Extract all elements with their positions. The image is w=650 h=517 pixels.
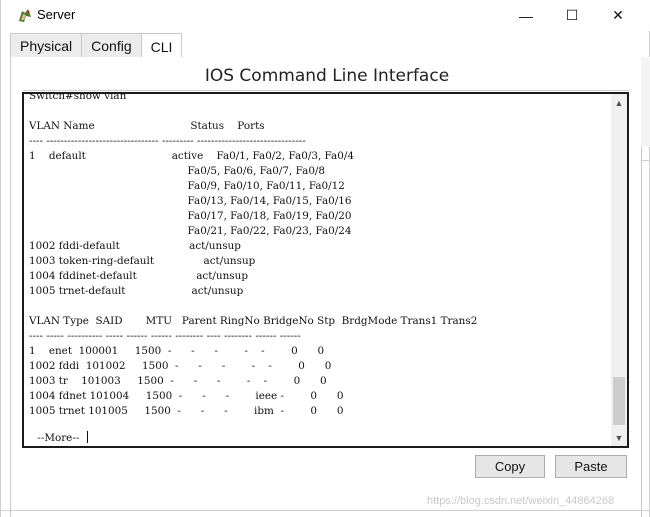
scroll-down-arrow-icon[interactable]: ▼ (611, 429, 627, 446)
heading-divider (23, 90, 629, 91)
terminal-line: 1004 fdnet 101004 1500 - - - ieee - 0 0 (29, 390, 344, 402)
text-cursor (86, 431, 88, 443)
terminal-line: VLAN Type SAID MTU Parent RingNo BridgeN… (29, 315, 478, 327)
terminal-line: 1004 fddinet-default act/unsup (29, 270, 248, 282)
terminal-line: VLAN Name Status Ports (29, 120, 265, 132)
terminal-line: 1 default active Fa0/1, Fa0/2, Fa0/3, Fa… (29, 150, 354, 162)
terminal-line: Fa0/9, Fa0/10, Fa0/11, Fa0/12 (29, 180, 345, 192)
panel-heading: IOS Command Line Interface (204, 66, 450, 86)
terminal-line: 1005 trnet-default act/unsup (29, 285, 244, 297)
window-edge-line (641, 160, 650, 161)
scroll-thumb[interactable] (613, 377, 625, 425)
terminal-line: 1002 fddi 101002 1500 - - - - - 0 0 (29, 360, 332, 372)
title-bar[interactable]: Server — ☐ ✕ (1, 0, 650, 31)
terminal-line: 1005 trnet 101005 1500 - - - ibm - 0 0 (29, 405, 344, 417)
cli-terminal[interactable]: Switch#show vlan VLAN Name Status Ports --… (22, 92, 629, 448)
terminal-line: Fa0/21, Fa0/22, Fa0/23, Fa0/24 (29, 225, 352, 237)
terminal-line: 1002 fddi-default act/unsup (29, 240, 241, 252)
tab-config[interactable]: Config (81, 33, 142, 58)
terminal-line: 1 enet 100001 1500 - - - - - 0 0 (29, 345, 325, 357)
maximize-button[interactable]: ☐ (549, 0, 595, 31)
packet-tracer-icon (16, 7, 34, 25)
close-icon: ✕ (612, 7, 624, 23)
terminal-line: 1003 token-ring-default act/unsup (29, 255, 256, 267)
terminal-line: ---- -------------------------------- --… (29, 135, 306, 147)
more-prompt-text: --More-- (34, 432, 83, 444)
tab-cli[interactable]: CLI (140, 33, 183, 59)
window-bottom-edge (1, 510, 650, 511)
tab-physical[interactable]: Physical (10, 33, 83, 58)
copy-button[interactable]: Copy (475, 455, 545, 478)
watermark: https://blog.csdn.net/weixin_44864268 (427, 495, 615, 507)
maximize-icon: ☐ (565, 7, 579, 23)
terminal-line: 1003 tr 101003 1500 - - - - - 0 0 (29, 375, 327, 387)
terminal-line: Switch#show vlan (29, 92, 127, 102)
window-edge (641, 57, 650, 147)
terminal-line: Fa0/5, Fa0/6, Fa0/7, Fa0/8 (29, 165, 326, 177)
tab-bar: Physical Config CLI (10, 33, 183, 59)
paste-button[interactable]: Paste (555, 455, 627, 478)
terminal-line: ---- ----- ---------- ----- ------ -----… (29, 330, 301, 342)
terminal-line: Fa0/13, Fa0/14, Fa0/15, Fa0/16 (29, 195, 352, 207)
minimize-button[interactable]: — (503, 0, 549, 31)
more-prompt: --More-- (34, 431, 88, 444)
terminal-line: Fa0/17, Fa0/18, Fa0/19, Fa0/20 (29, 210, 352, 222)
terminal-scrollbar[interactable]: ▲ ▼ (611, 94, 627, 446)
server-window: Server — ☐ ✕ Physical Config CLI IOS Com… (0, 0, 650, 517)
terminal-output: Switch#show vlan VLAN Name Status Ports --… (29, 92, 609, 419)
close-button[interactable]: ✕ (595, 0, 641, 31)
scroll-up-arrow-icon[interactable]: ▲ (611, 94, 627, 111)
window-title: Server (37, 7, 76, 22)
minimize-icon: — (519, 7, 533, 24)
